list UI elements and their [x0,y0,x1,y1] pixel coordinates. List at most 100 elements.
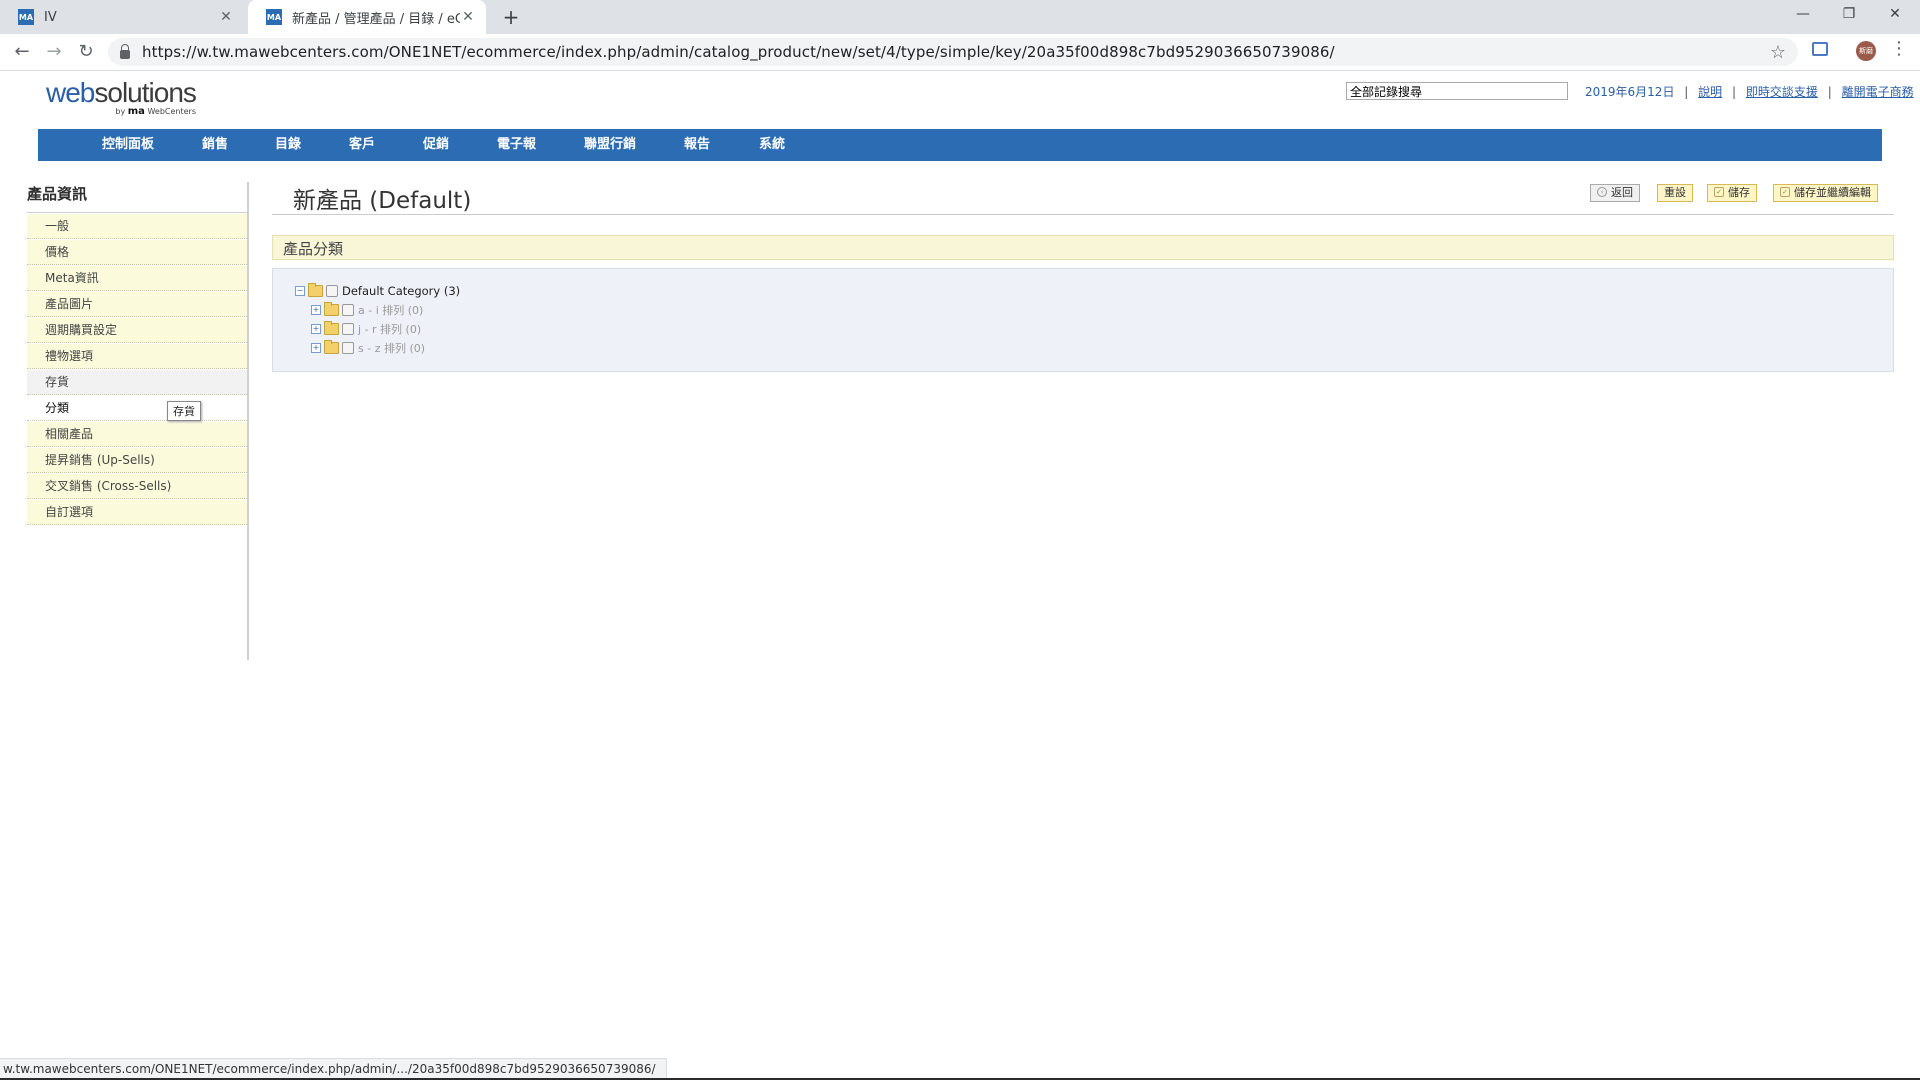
sidebar-item-custom-options[interactable]: 自訂選項 [27,500,247,525]
help-link[interactable]: 說明 [1698,85,1722,99]
save-continue-label: 儲存並繼續編輯 [1794,186,1871,199]
category-checkbox[interactable] [342,323,354,335]
tree-root-label[interactable]: Default Category (3) [342,284,460,298]
tab-title: IV [44,9,57,25]
sidebar-item-gift-options[interactable]: 禮物選項 [27,344,247,369]
expand-icon[interactable]: + [311,343,321,353]
logo-by: by [115,107,126,116]
new-tab-plus-icon[interactable]: + [498,4,524,30]
nav-reports[interactable]: 報告 [684,129,710,161]
address-bar[interactable]: https://w.tw.mawebcenters.com/ONE1NET/ec… [108,38,1798,66]
sidebar-item-upsells[interactable]: 提昇銷售 (Up-Sells) [27,448,247,473]
nav-sales[interactable]: 銷售 [202,129,228,161]
reset-label: 重設 [1664,186,1686,199]
browser-tab-bar: MA IV ✕ MA 新產品 / 管理產品 / 目錄 / eCom ✕ + — … [0,0,1920,34]
tab-title: 新產品 / 管理產品 / 目錄 / eCom [292,11,460,27]
site-favicon-icon: MA [18,9,34,25]
tree-child-label[interactable]: j - r 排列 (0) [358,321,421,337]
check-icon: ✓ [1714,187,1724,197]
profile-avatar[interactable]: 斯磨 [1856,41,1876,61]
exit-ecommerce-link[interactable]: 離開電子商務 [1842,85,1914,99]
reload-icon[interactable]: ↻ [72,38,100,66]
section-header: 產品分類 [272,235,1894,260]
save-label: 儲存 [1728,186,1750,199]
extension-icon[interactable] [1812,42,1828,56]
collapse-icon[interactable]: − [295,286,305,296]
back-arrow-icon[interactable]: ← [8,38,36,66]
category-checkbox[interactable] [342,304,354,316]
logo-ma: ma [127,106,145,117]
sidebar-item-crosssells[interactable]: 交叉銷售 (Cross-Sells) [27,474,247,499]
live-chat-link[interactable]: 即時交談支援 [1746,85,1818,99]
window-close-icon[interactable]: ✕ [1872,0,1918,30]
logo-wordmark: websolutions [46,78,206,108]
separator: | [1732,85,1737,99]
browser-menu-icon[interactable]: ⋮ [1890,38,1908,59]
websolutions-logo[interactable]: websolutions by ma WebCenters [46,78,206,120]
folder-icon [324,321,339,335]
sidebar-item-categories[interactable]: 分類 [27,396,247,421]
forward-arrow-icon[interactable]: → [40,38,68,66]
url-text[interactable]: https://w.tw.mawebcenters.com/ONE1NET/ec… [142,43,1335,61]
title-divider [272,214,1894,215]
tree-child-row: + a - i 排列 (0) [311,302,423,318]
reset-button[interactable]: 重設 [1657,184,1693,202]
status-bar-url: w.tw.mawebcenters.com/ONE1NET/ecommerce/… [0,1058,667,1080]
sidebar-item-related[interactable]: 相關產品 [27,422,247,447]
browser-tab-new-product[interactable]: MA 新產品 / 管理產品 / 目錄 / eCom ✕ [248,0,486,34]
tree-child-label[interactable]: a - i 排列 (0) [358,302,423,318]
save-continue-button[interactable]: ✓ 儲存並繼續編輯 [1773,184,1878,202]
nav-promotions[interactable]: 促銷 [423,129,449,161]
tree-root-row: − Default Category (3) [295,283,460,299]
site-favicon-icon: MA [266,9,282,25]
expand-icon[interactable]: + [311,324,321,334]
header-links: 2019年6月12日 | 說明 | 即時交談支援 | 離開電子商務 [1585,83,1914,100]
logo-webcenters: WebCenters [147,107,196,116]
nav-dashboard[interactable]: 控制面板 [102,129,154,161]
logo-web: web [46,77,95,108]
nav-newsletter[interactable]: 電子報 [497,129,536,161]
browser-tab-iv[interactable]: MA IV ✕ [0,0,244,34]
close-icon[interactable]: ✕ [460,9,476,25]
restore-icon[interactable]: ❐ [1826,0,1872,30]
separator: | [1684,85,1689,99]
nav-customers[interactable]: 客戶 [349,129,375,161]
save-button[interactable]: ✓ 儲存 [1707,184,1757,202]
sidebar-item-recurring[interactable]: 週期購買設定 [27,318,247,343]
folder-icon [324,340,339,354]
tree-child-label[interactable]: s - z 排列 (0) [358,340,425,356]
global-search-input[interactable] [1346,82,1568,100]
back-label: 返回 [1611,186,1633,199]
bookmark-star-icon[interactable]: ☆ [1770,42,1786,63]
main-navigation: 控制面板 銷售 目錄 客戶 促銷 電子報 聯盟行銷 報告 系統 [38,129,1882,161]
sidebar-item-meta[interactable]: Meta資訊 [27,266,247,291]
folder-icon [324,302,339,316]
tree-child-row: + s - z 排列 (0) [311,340,425,356]
product-info-sidebar: 產品資訊 一般 價格 Meta資訊 產品圖片 週期購買設定 禮物選項 存貨 分類… [27,182,249,660]
nav-affiliate[interactable]: 聯盟行銷 [584,129,636,161]
minimize-icon[interactable]: — [1780,0,1826,30]
sidebar-item-inventory[interactable]: 存貨 [27,370,247,395]
section-title: 產品分類 [283,240,344,258]
category-checkbox[interactable] [342,342,354,354]
sidebar-title: 產品資訊 [27,182,247,213]
header-date: 2019年6月12日 [1585,85,1675,99]
sidebar-item-images[interactable]: 產品圖片 [27,292,247,317]
tooltip: 存貨 [167,401,201,421]
logo-solutions: solutions [94,77,197,108]
page-title: 新產品 (Default) [293,188,472,214]
sidebar-item-general[interactable]: 一般 [27,214,247,239]
lock-icon [120,43,130,59]
check-icon: ✓ [1780,187,1790,197]
nav-system[interactable]: 系統 [759,129,785,161]
browser-toolbar: ← → ↻ https://w.tw.mawebcenters.com/ONE1… [0,34,1920,71]
back-icon: ‹ [1597,187,1607,197]
close-icon[interactable]: ✕ [218,9,234,25]
category-checkbox[interactable] [326,285,338,297]
separator: | [1827,85,1832,99]
expand-icon[interactable]: + [311,305,321,315]
sidebar-item-price[interactable]: 價格 [27,240,247,265]
back-button[interactable]: ‹ 返回 [1590,184,1640,202]
nav-catalog[interactable]: 目錄 [275,129,301,161]
category-tree-panel: − Default Category (3) + a - i 排列 (0) + … [272,268,1894,372]
